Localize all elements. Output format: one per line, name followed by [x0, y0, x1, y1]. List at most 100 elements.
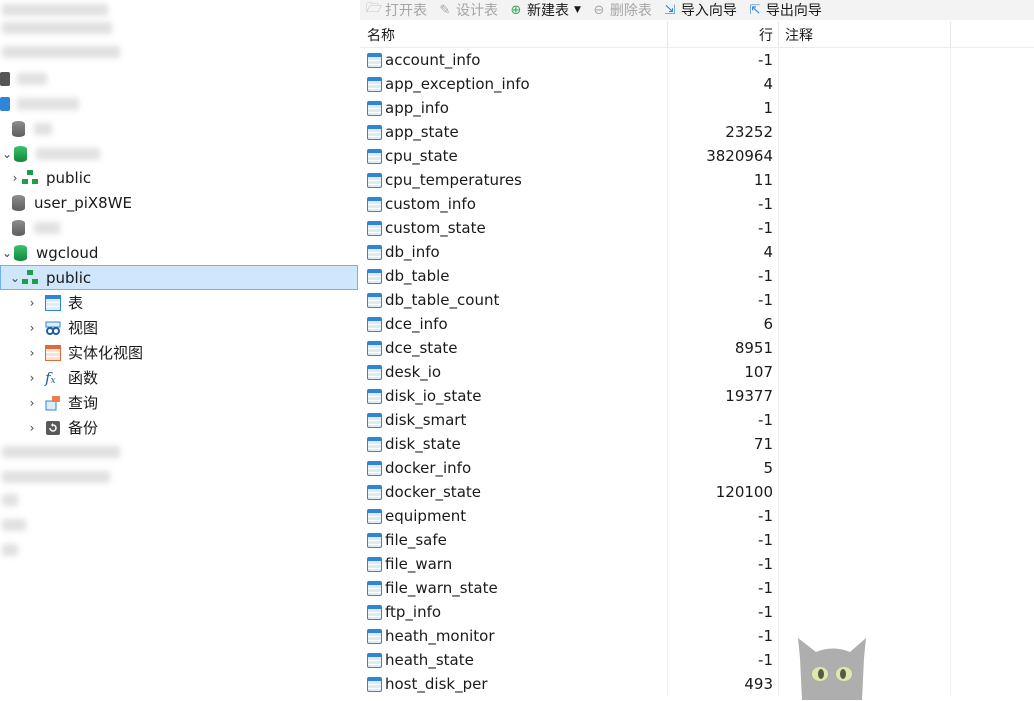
table-name-cell[interactable]: custom_state [360, 216, 668, 240]
column-header-comment[interactable]: 注释 [779, 22, 951, 47]
table-icon [367, 604, 382, 620]
table-row[interactable]: heath_monitor -1 [360, 624, 1034, 648]
table-name-cell[interactable]: disk_state [360, 432, 668, 456]
table-icon [367, 292, 382, 308]
table-name-cell[interactable]: db_table [360, 264, 668, 288]
table-row[interactable]: db_table -1 [360, 264, 1034, 288]
table-name-cell[interactable]: heath_monitor [360, 624, 668, 648]
table-row[interactable]: file_warn_state -1 [360, 576, 1034, 600]
table-name-cell[interactable]: file_safe [360, 528, 668, 552]
chevron-right-icon[interactable]: › [25, 296, 39, 310]
redacted-text [2, 22, 112, 34]
table-name: custom_info [385, 195, 476, 213]
chevron-right-icon[interactable]: › [25, 346, 39, 360]
tree-row-redacted-database[interactable] [0, 116, 358, 141]
table-row[interactable]: equipment -1 [360, 504, 1034, 528]
table-name-cell[interactable]: disk_io_state [360, 384, 668, 408]
table-name-cell[interactable]: db_table_count [360, 288, 668, 312]
chevron-right-icon[interactable]: › [25, 371, 39, 385]
table-name-cell[interactable]: file_warn [360, 552, 668, 576]
table-row[interactable]: disk_io_state 19377 [360, 384, 1034, 408]
table-name-cell[interactable]: cpu_state [360, 144, 668, 168]
tree-row-redacted-database[interactable]: ⌄ [0, 141, 358, 166]
table-row[interactable]: dce_info 6 [360, 312, 1034, 336]
chevron-down-icon[interactable]: ⌄ [8, 271, 22, 285]
table-row[interactable]: heath_state -1 [360, 648, 1034, 672]
table-row[interactable]: app_info 1 [360, 96, 1034, 120]
table-name-cell[interactable]: db_info [360, 240, 668, 264]
tree-row-redacted-connection[interactable] [0, 91, 358, 116]
table-name-cell[interactable]: equipment [360, 504, 668, 528]
table-name-cell[interactable]: dce_info [360, 312, 668, 336]
column-header-rows[interactable]: 行 [668, 22, 779, 47]
table-name-cell[interactable]: cpu_temperatures [360, 168, 668, 192]
table-row[interactable]: docker_state 120100 [360, 480, 1034, 504]
design-table-button[interactable]: ✎ 设计表 [437, 0, 498, 20]
import-wizard-button[interactable]: ⇲ 导入向导 [662, 0, 736, 20]
new-table-button[interactable]: ⊕ 新建表 ▼ [508, 0, 581, 20]
table-name-cell[interactable]: custom_info [360, 192, 668, 216]
table-row[interactable]: disk_state 71 [360, 432, 1034, 456]
table-name-cell[interactable]: heath_state [360, 648, 668, 672]
table-name-cell[interactable]: account_info [360, 48, 668, 72]
table-row[interactable]: host_disk_per 493 [360, 672, 1034, 696]
table-row[interactable]: disk_smart -1 [360, 408, 1034, 432]
delete-table-button[interactable]: ⊖ 删除表 [591, 0, 651, 20]
table-row[interactable]: cpu_temperatures 11 [360, 168, 1034, 192]
table-name-cell[interactable]: app_state [360, 120, 668, 144]
chevron-right-icon[interactable]: › [25, 321, 39, 335]
table-name-cell[interactable]: ftp_info [360, 600, 668, 624]
table-name-cell[interactable]: desk_io [360, 360, 668, 384]
table-row[interactable]: desk_io 107 [360, 360, 1034, 384]
table-row[interactable]: custom_state -1 [360, 216, 1034, 240]
tree-item-public-schema-selected[interactable]: ⌄ public [0, 265, 358, 290]
open-table-button[interactable]: 🗁 打开表 [366, 0, 427, 20]
table-row[interactable]: custom_info -1 [360, 192, 1034, 216]
tree-item-queries[interactable]: › 查询 [0, 390, 358, 415]
table-name-cell[interactable]: file_warn_state [360, 576, 668, 600]
table-row[interactable]: db_table_count -1 [360, 288, 1034, 312]
chevron-right-icon[interactable]: › [8, 171, 22, 185]
row-count-cell: -1 [668, 528, 779, 552]
tree-item-functions[interactable]: › fx 函数 [0, 365, 358, 390]
table-row[interactable]: cpu_state 3820964 [360, 144, 1034, 168]
table-name-cell[interactable]: docker_state [360, 480, 668, 504]
tree-row-redacted-database[interactable] [0, 215, 358, 240]
table-name-cell[interactable]: app_info [360, 96, 668, 120]
table-name-cell[interactable]: disk_smart [360, 408, 668, 432]
table-row[interactable]: account_info -1 [360, 48, 1034, 72]
chevron-down-icon[interactable]: ⌄ [0, 246, 14, 260]
tree-row-redacted-connection[interactable] [0, 66, 358, 91]
table-row[interactable]: app_exception_info 4 [360, 72, 1034, 96]
chevron-right-icon[interactable]: › [25, 396, 39, 410]
table-row[interactable]: dce_state 8951 [360, 336, 1034, 360]
row-count-cell: 120100 [668, 480, 779, 504]
chevron-right-icon[interactable]: › [25, 421, 39, 435]
export-wizard-button[interactable]: ⇱ 导出向导 [747, 0, 821, 20]
table-name-cell[interactable]: host_disk_per [360, 672, 668, 696]
tree-item-materialized-views[interactable]: › 实体化视图 [0, 340, 358, 365]
column-header-name[interactable]: 名称 [360, 22, 668, 47]
chevron-down-icon[interactable]: ▼ [574, 5, 581, 15]
table-name-cell[interactable]: dce_state [360, 336, 668, 360]
tree-item-public-schema[interactable]: › public [0, 165, 358, 190]
table-row[interactable]: file_warn -1 [360, 552, 1034, 576]
table-name-cell[interactable]: app_exception_info [360, 72, 668, 96]
row-count-cell: 1 [668, 96, 779, 120]
table-row[interactable]: db_info 4 [360, 240, 1034, 264]
query-icon [45, 395, 61, 411]
comment-cell [779, 168, 951, 192]
table-row[interactable]: app_state 23252 [360, 120, 1034, 144]
table-icon [367, 316, 382, 332]
table-row[interactable]: ftp_info -1 [360, 600, 1034, 624]
tree-item-tables[interactable]: › 表 [0, 290, 358, 315]
table-row[interactable]: file_safe -1 [360, 528, 1034, 552]
tree-item-backups[interactable]: › 备份 [0, 415, 358, 440]
tree-item-views[interactable]: › 视图 [0, 315, 358, 340]
table-name-cell[interactable]: docker_info [360, 456, 668, 480]
table-row[interactable]: docker_info 5 [360, 456, 1034, 480]
chevron-down-icon[interactable]: ⌄ [0, 147, 14, 161]
comment-cell [779, 552, 951, 576]
tree-item-database-wgcloud[interactable]: ⌄ wgcloud [0, 240, 358, 265]
tree-item-database-user-pix8we[interactable]: user_piX8WE [0, 190, 358, 215]
